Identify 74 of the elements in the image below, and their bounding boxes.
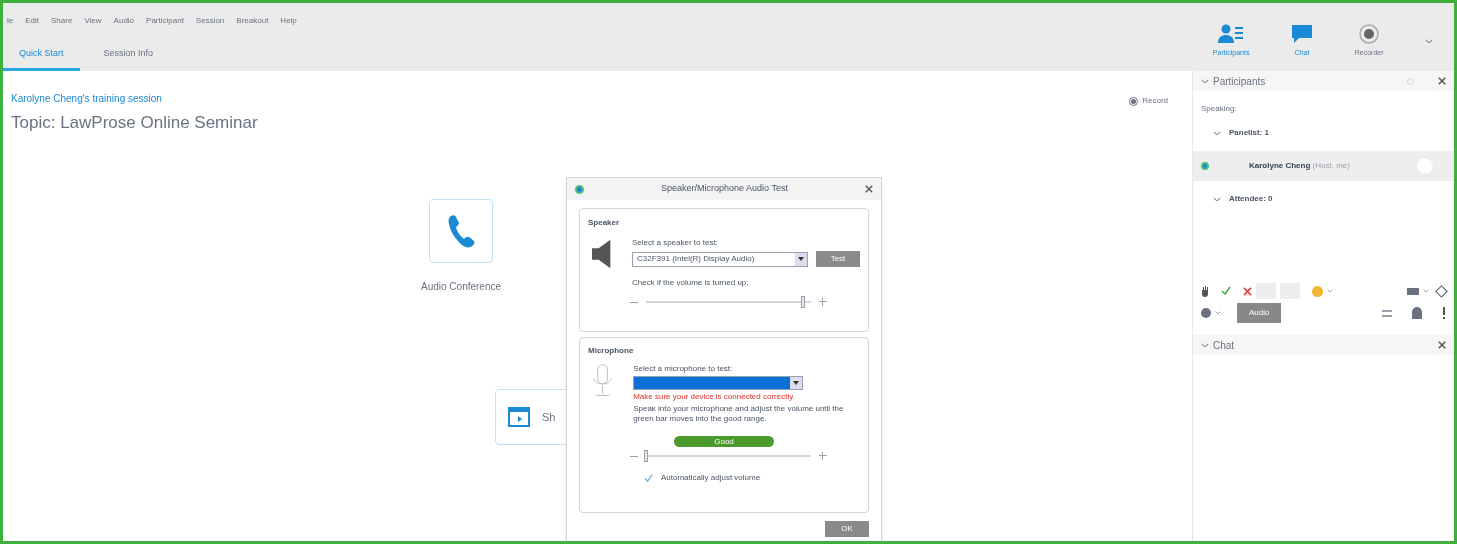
checkbox-label: Automatically adjust volume [661, 473, 761, 483]
tab[interactable]: Quick Start [3, 46, 80, 71]
menu-item[interactable]: Participant [146, 15, 184, 27]
caret-icon[interactable] [1215, 311, 1221, 315]
ok-button[interactable]: OK [825, 521, 869, 537]
dropdown-arrow-icon[interactable] [793, 381, 800, 385]
checkbox[interactable] [644, 473, 653, 483]
participant-row[interactable]: Karolyne Cheng (Host, me) [1193, 151, 1454, 181]
instructions: Speak into your microphone and adjust the volume until the green bar moves into the good range. [633, 404, 845, 424]
section-heading: Microphone [588, 346, 635, 356]
menu-item[interactable]: Edit [25, 15, 40, 27]
participant-name: Karolyne Cheng (Host, me) [1249, 160, 1351, 172]
menu-item[interactable]: View [84, 15, 102, 27]
section-heading: Speaker [588, 217, 621, 229]
app-logo-icon [575, 184, 584, 194]
speaking-label: Speaking: [1200, 103, 1238, 115]
volume-slider[interactable] [646, 297, 811, 307]
volume-slider[interactable] [646, 451, 811, 461]
field-label: Select a speaker to test: [632, 237, 719, 249]
people-list-icon [1218, 23, 1245, 44]
speaker-dropdown[interactable]: C32F391 (Intel(R) Display Audio) [632, 251, 808, 267]
menu-item[interactable]: Session [195, 15, 225, 27]
microphone-dropdown[interactable] [633, 376, 804, 390]
audio-button[interactable]: Audio [1237, 303, 1282, 323]
speaker-icon [592, 237, 612, 271]
alert-icon[interactable] [1442, 307, 1446, 319]
chevron-down-icon[interactable] [1425, 38, 1434, 44]
chat-bubble-icon [1291, 23, 1314, 44]
field-label: Check if the volume is turned up: [632, 277, 750, 289]
minus-icon [630, 455, 638, 457]
record-icon [1359, 23, 1380, 44]
close-icon[interactable] [1438, 341, 1446, 349]
test-button[interactable]: Test [816, 251, 860, 267]
record-button[interactable]: Record [1129, 95, 1168, 107]
caret-icon[interactable] [1327, 289, 1333, 293]
chevron-down-icon[interactable] [1213, 130, 1221, 136]
panel-title[interactable]: Chat [1213, 337, 1434, 353]
error-message: Make sure your device is connected correctly. [633, 392, 796, 402]
chevron-down-icon[interactable] [1201, 342, 1209, 348]
plus-icon [819, 298, 827, 306]
group-header[interactable]: Attendee: 0 [1229, 193, 1273, 205]
status-icon [1201, 162, 1209, 170]
tile-label: Audio Conference [421, 280, 502, 294]
list-icon[interactable] [1382, 309, 1392, 317]
hand-icon[interactable] [1201, 285, 1209, 297]
phone-icon [447, 214, 476, 248]
slider-thumb[interactable] [644, 450, 648, 462]
field-label: Select a microphone to test: [633, 364, 734, 374]
caret-icon[interactable] [1423, 289, 1429, 293]
group-header[interactable]: Panelist: 1 [1229, 127, 1269, 139]
dialog-title: Speaker/Microphone Audio Test [660, 182, 789, 196]
audio-conference-tile[interactable] [429, 199, 494, 263]
slider-thumb[interactable] [800, 296, 805, 308]
plus-icon [819, 452, 827, 460]
minus-icon [630, 301, 638, 303]
check-icon[interactable] [1221, 286, 1231, 296]
level-meter: Good [674, 436, 774, 447]
check-icon [644, 473, 653, 483]
chevron-down-icon[interactable] [1213, 196, 1221, 202]
chevron-down-icon[interactable] [1201, 78, 1209, 84]
cross-icon[interactable] [1243, 286, 1252, 296]
menu-item[interactable]: Share [51, 15, 73, 27]
menu-item[interactable]: le [7, 15, 14, 27]
menu-item[interactable]: Help [280, 15, 297, 27]
close-icon[interactable] [865, 185, 873, 193]
topic-title: Topic: LawProse Online Seminar [11, 112, 259, 134]
menu-item[interactable]: Breakout [236, 15, 269, 27]
tab[interactable]: Session Info [87, 46, 170, 71]
panel-title[interactable]: Participants [1213, 73, 1403, 89]
dropdown-arrow-icon[interactable] [798, 257, 804, 261]
window-share-icon [508, 407, 530, 427]
session-title[interactable]: Karolyne Cheng's training session [11, 91, 1130, 106]
close-icon[interactable] [1438, 77, 1446, 85]
menu-item[interactable]: Audio [113, 15, 135, 27]
